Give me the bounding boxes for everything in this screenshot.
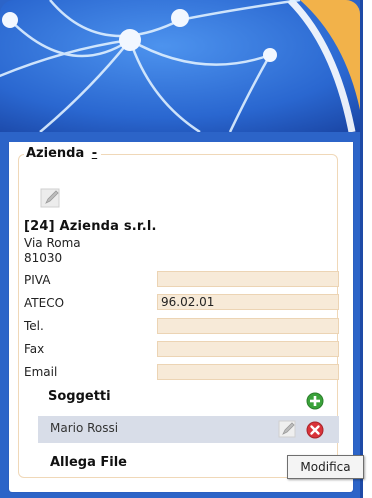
tel-field[interactable] — [157, 318, 339, 334]
email-field[interactable] — [157, 364, 339, 380]
soggetto-row[interactable]: Mario Rossi — [38, 416, 339, 443]
fax-field[interactable] — [157, 341, 339, 357]
email-label: Email — [24, 365, 58, 379]
fax-label: Fax — [24, 342, 45, 356]
company-street: Via Roma — [24, 236, 81, 250]
banner-bottom-strip — [0, 132, 360, 142]
ateco-field[interactable]: 96.02.01 — [157, 294, 339, 310]
azienda-legend-label: Azienda — [26, 146, 85, 161]
tel-label: Tel. — [24, 319, 44, 333]
edit-icon[interactable] — [278, 419, 298, 439]
header-banner — [0, 0, 360, 132]
tooltip: Modifica — [287, 455, 364, 479]
delete-icon[interactable] — [306, 421, 324, 439]
edit-icon[interactable] — [40, 187, 62, 209]
soggetti-title: Soggetti — [48, 389, 111, 404]
azienda-legend: Azienda - — [24, 146, 102, 161]
company-title: [24] Azienda s.r.l. — [24, 219, 157, 234]
company-zip: 81030 — [24, 251, 63, 265]
piva-field[interactable] — [157, 271, 339, 287]
ateco-label: ATECO — [24, 296, 65, 310]
collapse-toggle-link[interactable]: - — [92, 146, 97, 161]
piva-label: PIVA — [24, 273, 51, 287]
network-graphic — [0, 0, 360, 132]
soggetto-name: Mario Rossi — [50, 421, 119, 435]
add-icon[interactable] — [306, 392, 324, 410]
allega-file-title: Allega File — [50, 455, 128, 470]
